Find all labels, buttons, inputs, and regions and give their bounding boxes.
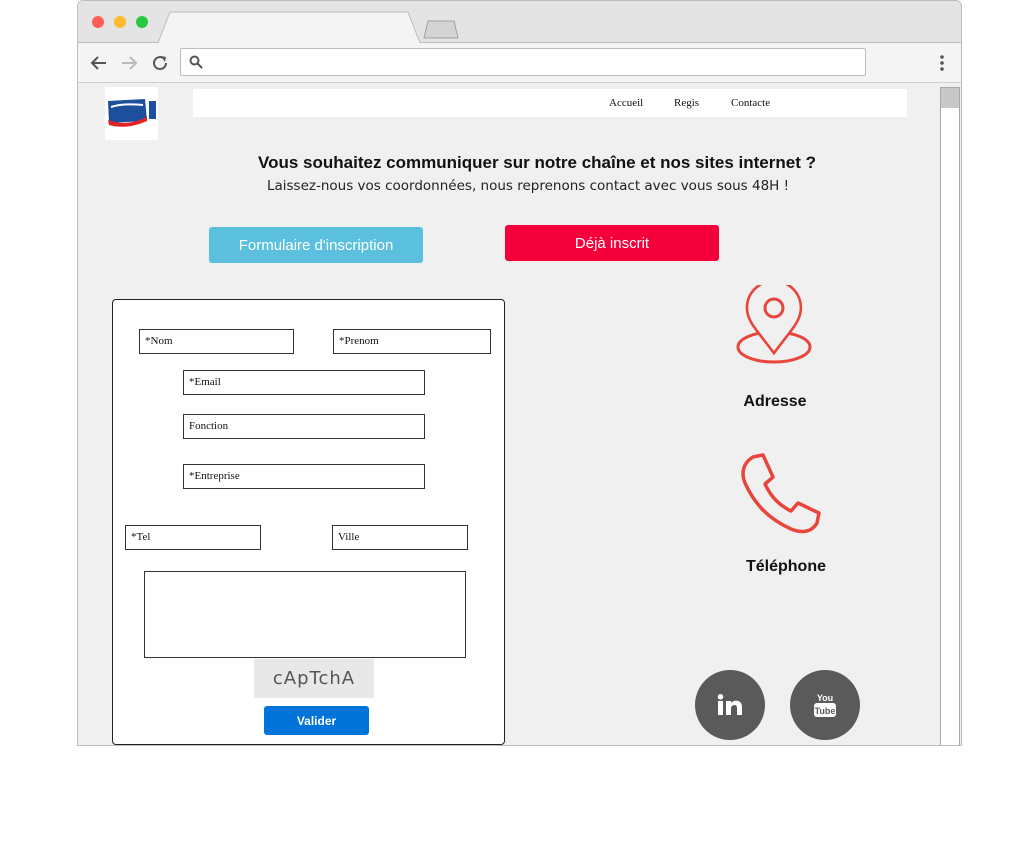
location-pin-icon [736,285,812,364]
page-content: Accueil Regis Contacte Vous souhaitez co… [78,83,961,745]
search-icon [189,55,203,69]
tel-field[interactable]: *Tel [125,525,261,550]
browser-tab[interactable] [158,11,420,43]
message-textarea[interactable] [144,571,466,658]
prenom-field[interactable]: *Prenom [333,329,491,354]
svg-text:You: You [817,693,833,703]
page-subtitle: Laissez-nous vos coordonnées, nous repre… [266,178,790,194]
maximize-window-button[interactable] [136,16,148,28]
nom-field[interactable]: *Nom [139,329,294,354]
top-navigation: Accueil Regis Contacte [193,89,907,117]
forward-arrow-icon[interactable] [120,54,138,72]
linkedin-icon [717,694,742,715]
email-field[interactable]: *Email [183,370,425,395]
reload-icon[interactable] [151,54,169,72]
nav-item-regis[interactable]: Regis [674,97,699,109]
brand-logo[interactable] [105,87,158,140]
signup-form: *Nom *Prenom *Email Fonction *Entreprise… [112,299,505,745]
svg-text:Tube: Tube [815,706,836,716]
phone-label: Téléphone [745,558,826,575]
already-registered-button[interactable]: Déjà inscrit [505,225,719,261]
browser-toolbar [78,43,961,83]
captcha-image: cApTchA [254,659,374,698]
address-label: Adresse [743,393,807,410]
kebab-menu-icon[interactable] [938,54,946,72]
back-arrow-icon[interactable] [90,54,108,72]
ville-field[interactable]: Ville [332,525,468,550]
signup-form-button[interactable]: Formulaire d'inscription [209,227,423,263]
entreprise-field[interactable]: *Entreprise [183,464,425,489]
linkedin-button[interactable] [695,670,765,740]
nav-item-contacte[interactable]: Contacte [731,97,770,109]
close-window-button[interactable] [92,16,104,28]
minimize-window-button[interactable] [114,16,126,28]
title-bar [78,1,961,43]
page-title: Vous souhaitez communiquer sur notre cha… [258,153,816,172]
youtube-button[interactable]: You Tube [790,670,860,740]
address-bar[interactable] [180,48,866,76]
submit-button[interactable]: Valider [264,706,369,735]
browser-window: Accueil Regis Contacte Vous souhaitez co… [77,0,962,746]
phone-icon [741,453,821,534]
scrollbar-thumb[interactable] [941,88,959,108]
fonction-field[interactable]: Fonction [183,414,425,439]
nav-item-accueil[interactable]: Accueil [609,97,643,109]
antenne-logo-icon [105,87,158,140]
new-tab-button[interactable] [422,19,460,39]
youtube-icon: You Tube [814,693,836,717]
